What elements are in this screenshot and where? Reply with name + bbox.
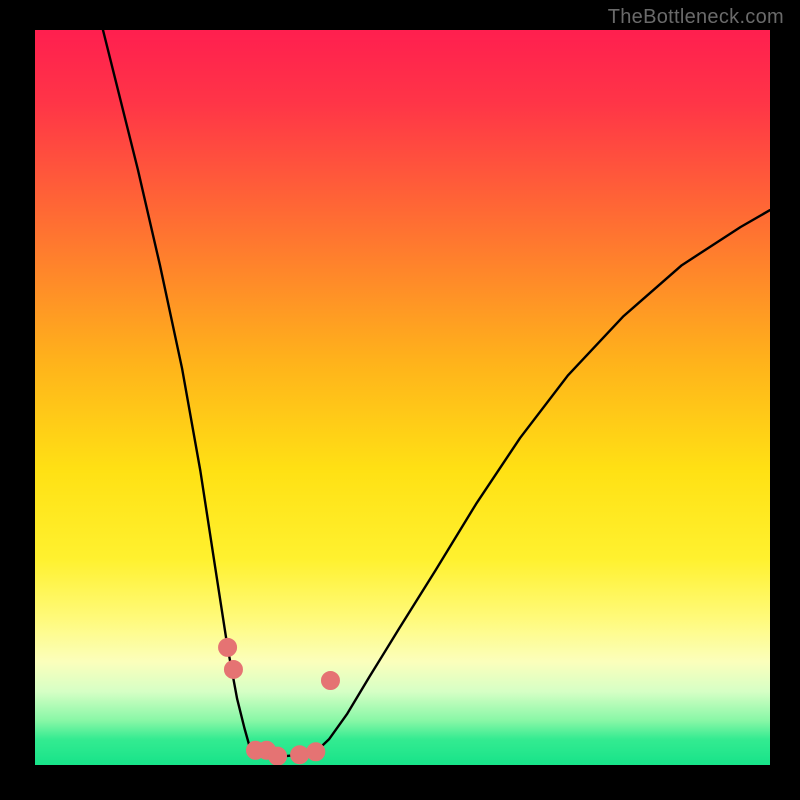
chart-svg (35, 30, 770, 765)
marker-point-7 (321, 671, 339, 689)
marker-point-4 (269, 747, 287, 765)
marker-point-0 (219, 638, 237, 656)
marker-point-1 (224, 660, 242, 678)
series-right-branch (314, 210, 770, 753)
marker-point-5 (291, 746, 309, 764)
watermark-text: TheBottleneck.com (608, 6, 784, 29)
chart-frame: TheBottleneck.com (0, 0, 800, 800)
series-group (94, 30, 770, 756)
marker-point-6 (307, 743, 325, 761)
plot-area (35, 30, 770, 765)
